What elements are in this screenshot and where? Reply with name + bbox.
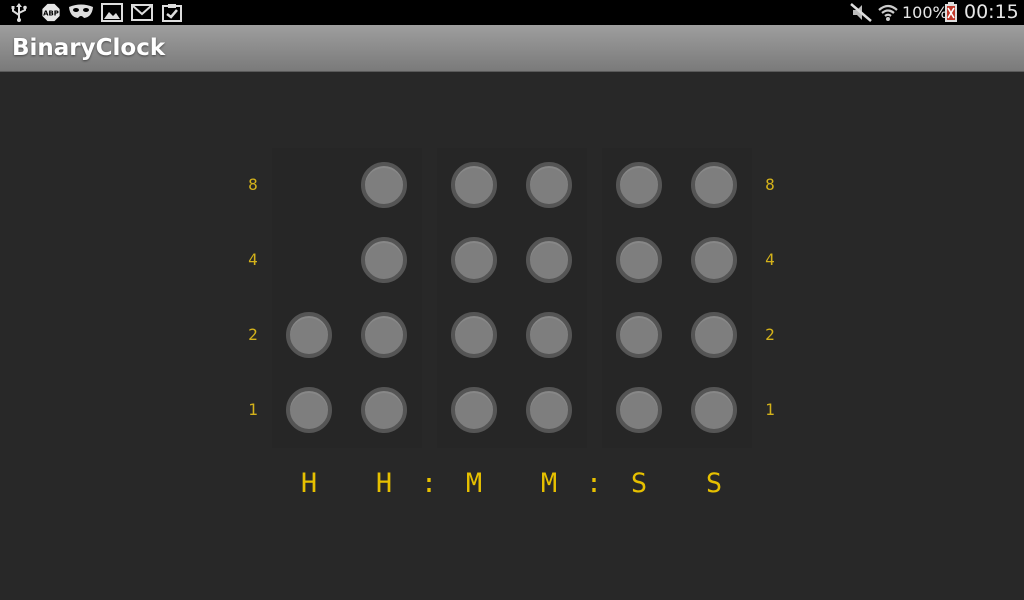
separator-label: : — [585, 468, 603, 499]
column-label: S — [705, 468, 723, 499]
app-title: BinaryClock — [12, 35, 166, 61]
bit-led — [616, 387, 662, 433]
usb-icon — [11, 3, 27, 22]
column-label: M — [540, 468, 558, 499]
bit-led — [286, 387, 332, 433]
gmail-icon — [131, 4, 153, 21]
bit-led — [451, 162, 497, 208]
bit-led — [286, 312, 332, 358]
bit-led — [616, 237, 662, 283]
weight-label-left: 8 — [248, 175, 258, 194]
wifi-icon — [878, 4, 898, 21]
column-label: S — [630, 468, 648, 499]
weight-label-left: 4 — [248, 250, 258, 269]
weight-label-left: 2 — [248, 325, 258, 344]
bit-led — [451, 312, 497, 358]
weight-label-right: 4 — [765, 250, 775, 269]
mute-icon — [850, 3, 872, 22]
mask-icon — [69, 4, 93, 18]
bit-led — [526, 312, 572, 358]
adblock-plus-icon: ABP — [42, 3, 60, 22]
separator-label: : — [420, 468, 438, 499]
action-bar: BinaryClock — [0, 25, 1024, 72]
bit-led — [616, 312, 662, 358]
svg-text:ABP: ABP — [43, 10, 59, 18]
weight-label-right: 8 — [765, 175, 775, 194]
bit-led — [616, 162, 662, 208]
weight-label-left: 1 — [248, 400, 258, 419]
bit-led — [691, 162, 737, 208]
status-bar: ABP 100% 00:15 — [0, 0, 1024, 25]
bit-led — [361, 162, 407, 208]
bit-led — [691, 312, 737, 358]
bit-led — [526, 237, 572, 283]
bit-led — [361, 312, 407, 358]
bit-led — [361, 237, 407, 283]
bit-led — [451, 237, 497, 283]
weight-label-right: 2 — [765, 325, 775, 344]
battery-percent: 100% — [902, 3, 948, 22]
bit-led — [691, 387, 737, 433]
battery-icon — [945, 2, 957, 22]
column-label: H — [375, 468, 393, 499]
bit-led — [691, 237, 737, 283]
column-label: H — [300, 468, 318, 499]
column-label: M — [465, 468, 483, 499]
weight-label-right: 1 — [765, 400, 775, 419]
clipboard-check-icon — [162, 4, 182, 22]
bit-led — [526, 162, 572, 208]
clock-time: 00:15 — [964, 1, 1019, 23]
bit-led — [526, 387, 572, 433]
bit-led — [361, 387, 407, 433]
gallery-icon — [101, 3, 123, 22]
bit-led — [451, 387, 497, 433]
